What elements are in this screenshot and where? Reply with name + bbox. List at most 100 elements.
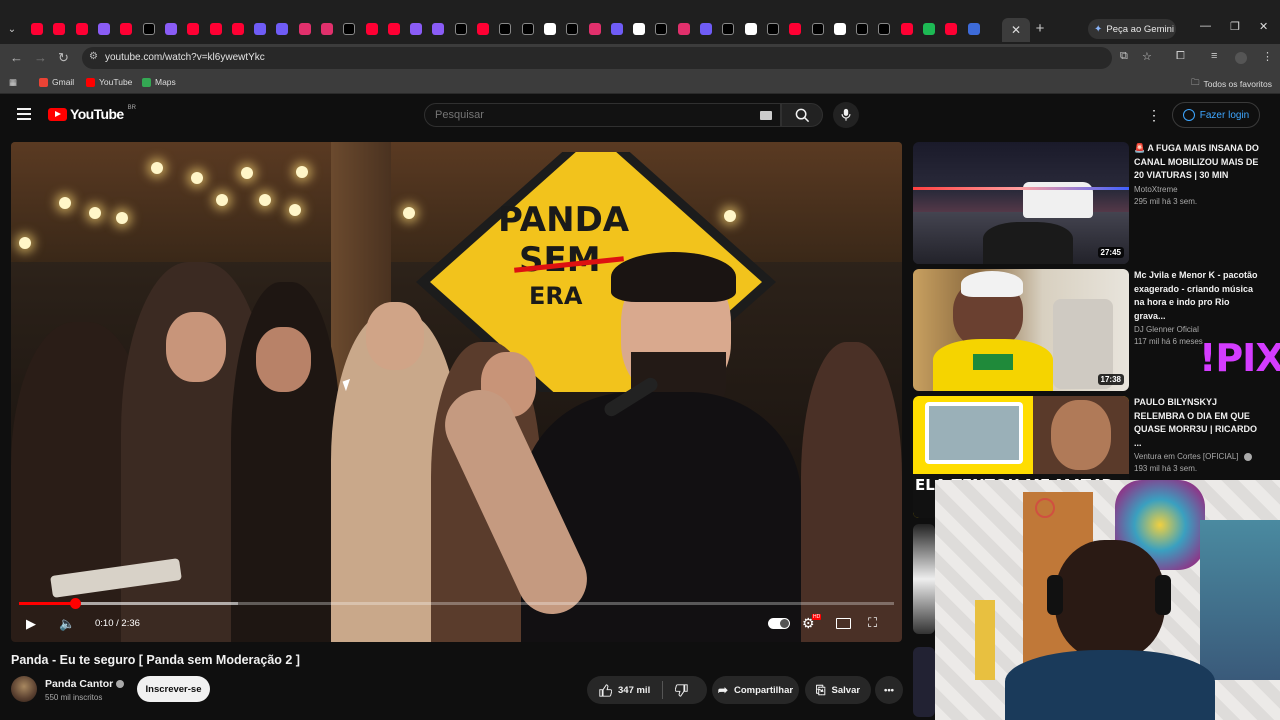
more-options-icon[interactable]: ⋮ (1147, 107, 1161, 124)
browser-tab[interactable] (918, 18, 940, 40)
video-title[interactable]: 🚨 A FUGA MAIS INSANA DO CANAL MOBILIZOU … (1134, 142, 1260, 183)
tab-search-icon[interactable]: ⌄ (4, 21, 20, 37)
browser-tab[interactable] (517, 18, 539, 40)
new-tab-button[interactable]: + (1032, 20, 1048, 38)
browser-tab[interactable] (338, 18, 360, 40)
browser-tab[interactable] (26, 18, 48, 40)
search-input[interactable] (435, 109, 745, 121)
media-control-icon[interactable]: ≡ (1211, 50, 1217, 62)
browser-tab[interactable] (204, 18, 226, 40)
browser-tab[interactable] (294, 18, 316, 40)
browser-tab[interactable] (829, 18, 851, 40)
browser-tab[interactable] (182, 18, 204, 40)
install-app-icon[interactable]: ⧉ (1120, 50, 1128, 63)
browser-tab[interactable] (762, 18, 784, 40)
channel-name[interactable]: DJ Glenner Oficial (1134, 325, 1260, 334)
save-button[interactable]: ⎘ Salvar (805, 676, 871, 704)
active-tab-close-icon[interactable]: ✕ (1002, 18, 1030, 42)
recommendation-card[interactable]: 27:45 🚨 A FUGA MAIS INSANA DO CANAL MOBI… (913, 142, 1273, 264)
browser-tab[interactable] (450, 18, 472, 40)
browser-tab[interactable] (137, 18, 159, 40)
bookmark-maps[interactable]: Maps (142, 77, 176, 87)
bookmark-star-icon[interactable]: ☆ (1142, 50, 1152, 63)
browser-tab[interactable] (271, 18, 293, 40)
video-title[interactable]: PAULO BILYNSKYJ RELEMBRA O DIA EM QUE QU… (1134, 396, 1260, 450)
video-title[interactable]: Mc Jvila e Menor K - pacotão exagerado -… (1134, 269, 1260, 323)
browser-tab[interactable] (93, 18, 115, 40)
browser-tab[interactable] (360, 18, 382, 40)
browser-tab[interactable] (427, 18, 449, 40)
share-button[interactable]: ➦ Compartilhar (712, 676, 799, 704)
subscribe-button[interactable]: Inscrever-se (137, 676, 210, 702)
video-player[interactable]: PANDA SEM ERA ▶ 🔈 0:10 / 2:36 ⚙ HD ⛶ (11, 142, 902, 642)
browser-tab[interactable] (494, 18, 516, 40)
volume-icon[interactable]: 🔈 (59, 616, 75, 632)
browser-tab[interactable] (405, 18, 427, 40)
back-icon[interactable]: ← (10, 50, 23, 65)
next-thumbnail-edge[interactable] (913, 647, 935, 717)
browser-tab[interactable] (48, 18, 70, 40)
browser-menu-icon[interactable]: ⋮ (1262, 50, 1273, 63)
reload-icon[interactable]: ↻ (58, 50, 69, 66)
channel-avatar[interactable] (11, 676, 37, 702)
extensions-icon[interactable]: ⧠ (1176, 50, 1185, 63)
gemini-button[interactable]: ✦ Peça ao Gemini (1088, 19, 1176, 39)
browser-tab[interactable] (383, 18, 405, 40)
search-button[interactable] (781, 103, 823, 127)
browser-tab[interactable] (806, 18, 828, 40)
youtube-logo[interactable]: YouTube BR (48, 105, 136, 122)
browser-tab[interactable] (472, 18, 494, 40)
fullscreen-icon[interactable]: ⛶ (868, 615, 877, 631)
sign-in-button[interactable]: Fazer login (1172, 102, 1260, 128)
site-info-icon[interactable]: ⚙ (89, 51, 98, 62)
channel-name-wrap[interactable]: Ventura em Cortes [OFICIAL] (1134, 452, 1260, 461)
profile-avatar[interactable] (1235, 52, 1247, 64)
browser-tab[interactable] (160, 18, 182, 40)
browser-tab[interactable] (249, 18, 271, 40)
thumbnail[interactable]: 27:45 (913, 142, 1129, 264)
search-box[interactable] (424, 103, 781, 127)
autoplay-toggle[interactable] (768, 618, 790, 629)
like-button[interactable]: 347 mil (599, 683, 650, 697)
browser-tab[interactable] (561, 18, 583, 40)
browser-tab[interactable] (940, 18, 962, 40)
browser-tab[interactable] (695, 18, 717, 40)
forward-icon[interactable]: → (34, 50, 47, 65)
browser-tab[interactable] (673, 18, 695, 40)
channel-name[interactable]: Ventura em Cortes [OFICIAL] (1134, 452, 1238, 461)
next-thumbnail-edge[interactable] (913, 524, 935, 634)
play-icon[interactable]: ▶ (26, 616, 36, 632)
channel-name[interactable]: MotoXtreme (1134, 185, 1260, 194)
bookmark-gmail[interactable]: Gmail (39, 77, 74, 87)
browser-tab[interactable] (71, 18, 93, 40)
dislike-button[interactable] (675, 683, 688, 697)
bookmark-youtube[interactable]: YouTube (86, 77, 132, 87)
maximize-icon[interactable]: ❐ (1230, 20, 1240, 33)
browser-tab[interactable] (962, 18, 984, 40)
theater-mode-icon[interactable] (836, 618, 851, 629)
browser-tab[interactable] (583, 18, 605, 40)
browser-tab[interactable] (851, 18, 873, 40)
progress-bar[interactable] (19, 598, 894, 609)
all-bookmarks[interactable]: 🗀 Todos os favoritos (1191, 77, 1272, 91)
apps-grid-icon[interactable]: ▦ (9, 77, 17, 88)
browser-tab[interactable] (740, 18, 762, 40)
channel-name-wrap[interactable]: Panda Cantor (45, 678, 125, 690)
browser-tab[interactable] (316, 18, 338, 40)
browser-tab[interactable] (606, 18, 628, 40)
browser-tab[interactable] (650, 18, 672, 40)
thumbnail[interactable]: 17:38 (913, 269, 1129, 391)
hamburger-menu-icon[interactable] (17, 108, 31, 123)
minimize-icon[interactable]: — (1200, 20, 1211, 32)
more-actions-button[interactable]: ••• (875, 676, 903, 704)
browser-tab[interactable] (717, 18, 739, 40)
browser-tab[interactable] (628, 18, 650, 40)
close-window-icon[interactable]: ✕ (1259, 20, 1268, 33)
browser-tab[interactable] (896, 18, 918, 40)
browser-tab[interactable] (539, 18, 561, 40)
browser-tab[interactable] (784, 18, 806, 40)
url-field[interactable]: ⚙ youtube.com/watch?v=kl6ywewtYkc (82, 47, 1112, 69)
keyboard-icon[interactable] (760, 111, 772, 120)
voice-search-button[interactable] (833, 102, 859, 128)
channel-name[interactable]: Panda Cantor (45, 678, 113, 690)
